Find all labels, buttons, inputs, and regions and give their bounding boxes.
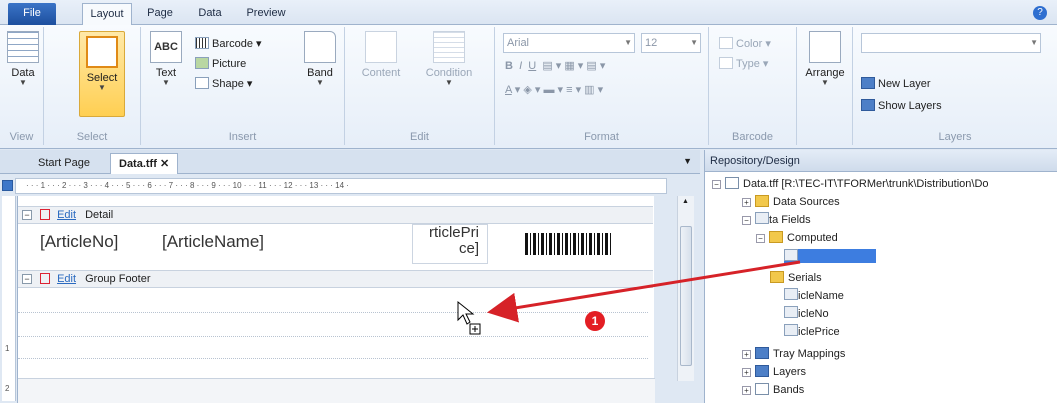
step-badge: 1 <box>585 311 605 331</box>
drag-cursor-icon <box>457 300 481 335</box>
drag-arrow <box>487 260 801 323</box>
